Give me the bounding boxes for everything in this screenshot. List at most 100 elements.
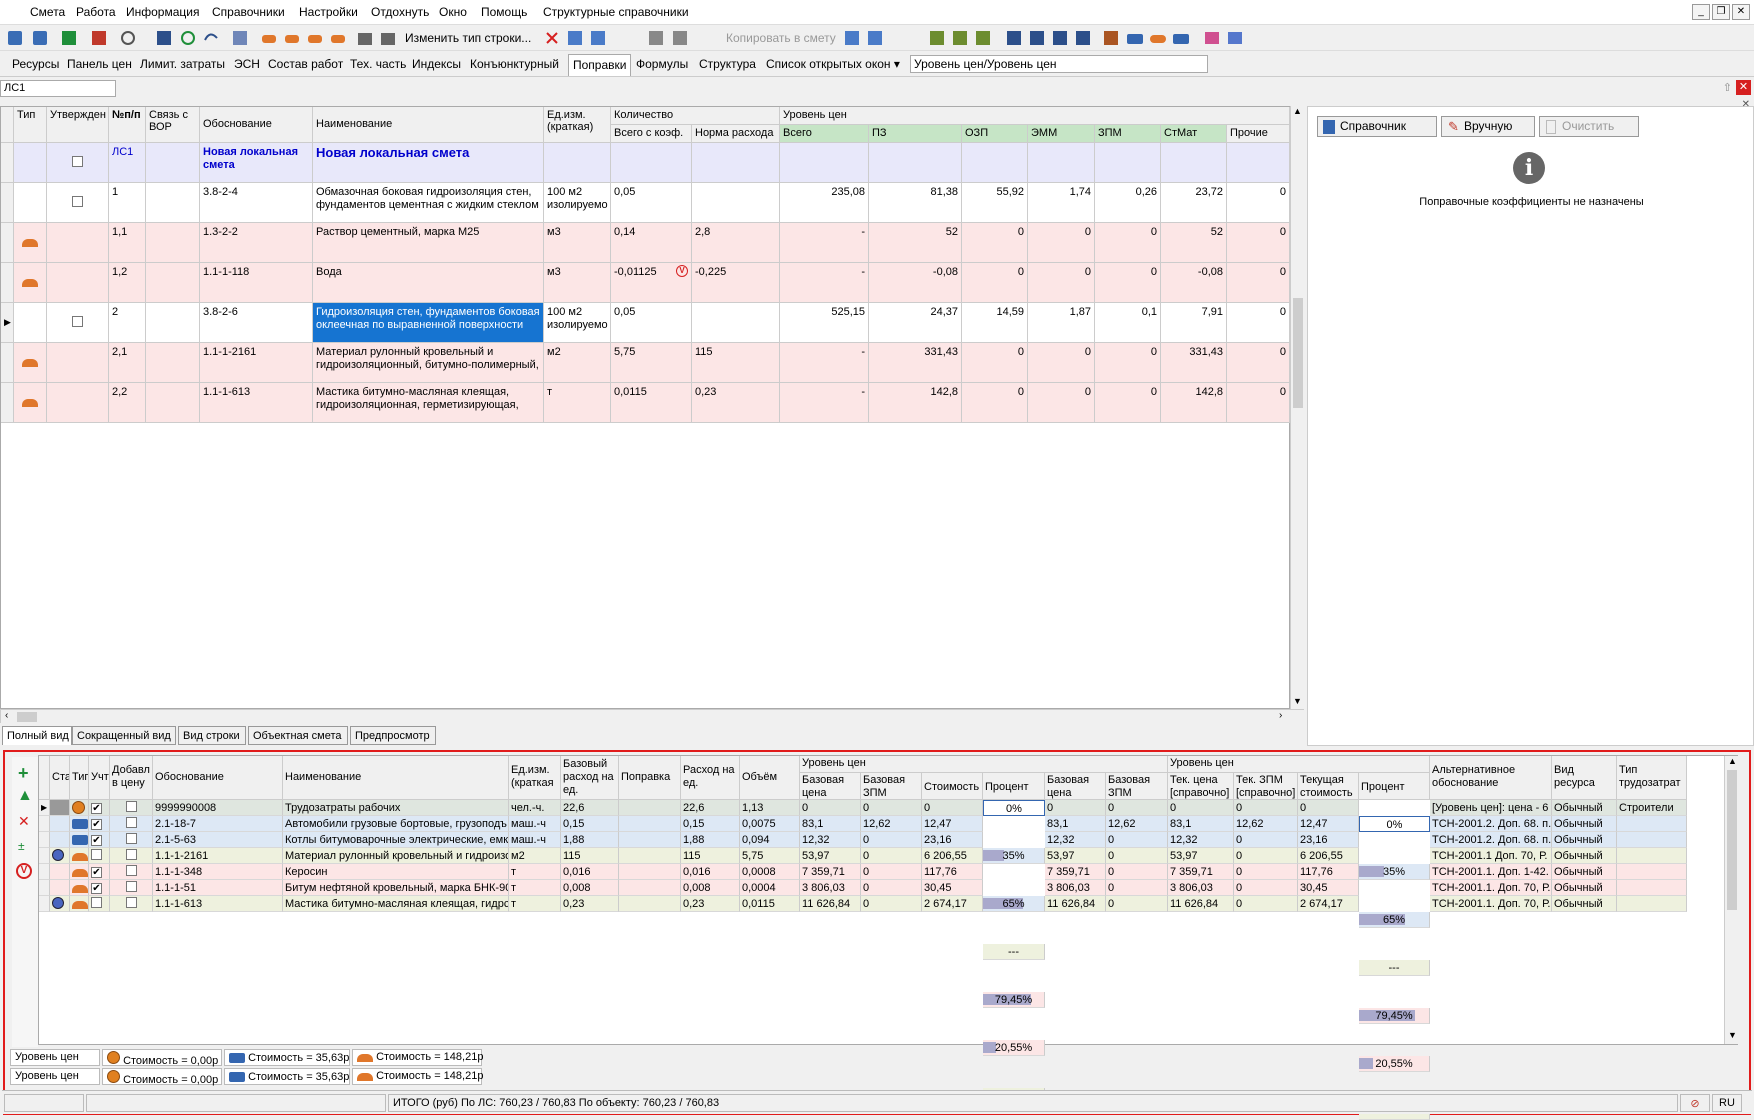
bcell-cur-zpm[interactable]: 0: [1234, 864, 1298, 880]
copy-to-estimate-button[interactable]: Копировать в смету: [726, 31, 836, 45]
bcell-base-rate[interactable]: 0,15: [561, 816, 619, 832]
tab-price-panel[interactable]: Панель цен: [67, 57, 132, 71]
tab-esn[interactable]: ЭСН: [234, 57, 260, 71]
bcell-base-price2[interactable]: 53,97: [1045, 848, 1106, 864]
bcell-base-zpm[interactable]: 0: [861, 848, 922, 864]
approved-checkbox[interactable]: [72, 316, 83, 327]
cell-basis[interactable]: 1.1-1-613: [200, 383, 313, 423]
cell-unit[interactable]: 100 м2 изолируемо: [544, 183, 611, 223]
bcell-name[interactable]: Битум нефтяной кровельный, марка БНК-90: [283, 880, 509, 896]
grid-hscrollbar[interactable]: ‹ ›: [0, 709, 1304, 723]
cell-stmat[interactable]: -0,08: [1161, 263, 1227, 303]
col-num-header[interactable]: №п/п: [109, 107, 146, 143]
cell-zpm[interactable]: 0: [1095, 383, 1161, 423]
bcell-percent2[interactable]: 79,45%: [1359, 1008, 1430, 1024]
bcell-labor-type[interactable]: [1617, 880, 1687, 896]
bcell-rate[interactable]: 22,6: [681, 800, 740, 816]
bcol-basis-header[interactable]: Обоснование: [153, 756, 283, 800]
bcol-percent2-header[interactable]: Процент: [1359, 773, 1430, 800]
panel-close-icon[interactable]: ✕: [1742, 99, 1750, 110]
tab-corrections[interactable]: Поправки: [568, 54, 632, 76]
price-level-select[interactable]: Уровень цен/Уровень цен: [910, 55, 1208, 73]
cell-other[interactable]: 0: [1227, 303, 1290, 343]
bcol-base-price-header[interactable]: Базовая цена: [800, 773, 861, 800]
bcell-unit[interactable]: маш.-ч: [509, 816, 561, 832]
bcell-cost[interactable]: 23,16: [922, 832, 983, 848]
added-checkbox[interactable]: [125, 849, 137, 860]
col-name-header[interactable]: Наименование: [313, 107, 544, 143]
tab-formulas[interactable]: Формулы: [636, 57, 688, 71]
bcell-base-zpm[interactable]: 0: [861, 800, 922, 816]
cell-qty[interactable]: 5,75: [611, 343, 692, 383]
cell-ozp[interactable]: 55,92: [962, 183, 1028, 223]
cell-basis[interactable]: 1.1-1-118: [200, 263, 313, 303]
tab-structure[interactable]: Структура: [699, 57, 756, 71]
bcell-labor-type[interactable]: [1617, 896, 1687, 912]
cell-emm[interactable]: 0: [1028, 263, 1095, 303]
cell-name[interactable]: Вода: [313, 263, 544, 303]
clear-button[interactable]: Очистить: [1539, 116, 1639, 137]
grid-hscroll-thumb[interactable]: [17, 712, 37, 722]
cell-name[interactable]: Мастика битумно-масляная клеящая, гидрои…: [313, 383, 544, 423]
bcell-percent[interactable]: 0%: [983, 800, 1045, 816]
bcol-percent-header[interactable]: Процент: [983, 773, 1045, 800]
cell-unit[interactable]: 100 м2 изолируемо: [544, 303, 611, 343]
bcell-base-price[interactable]: 11 626,84: [800, 896, 861, 912]
bcell-basis[interactable]: 1.1-1-51: [153, 880, 283, 896]
bcell-base-rate[interactable]: 22,6: [561, 800, 619, 816]
bcell-cost[interactable]: 30,45: [922, 880, 983, 896]
cell-name[interactable]: Гидроизоляция стен, фундаментов боковая …: [313, 303, 544, 343]
bcell-base-zpm[interactable]: 0: [861, 864, 922, 880]
cell-num[interactable]: 2: [109, 303, 146, 343]
minimize-button[interactable]: _: [1692, 4, 1710, 20]
cell-zpm[interactable]: 0,26: [1095, 183, 1161, 223]
bcol-cur-cost-header[interactable]: Текущая стоимость: [1298, 773, 1359, 800]
col-basis-header[interactable]: Обоснование: [200, 107, 313, 143]
cell-num[interactable]: ЛС1: [109, 143, 146, 183]
bcell-alt-basis[interactable]: [Уровень цен]: цена - 6: [1430, 800, 1552, 816]
cell-stmat[interactable]: 142,8: [1161, 383, 1227, 423]
bcell-cur-zpm[interactable]: 0: [1234, 848, 1298, 864]
menu-help[interactable]: Помощь: [481, 5, 527, 19]
close-button[interactable]: ✕: [1732, 4, 1750, 20]
counted-checkbox[interactable]: ✔: [91, 883, 102, 894]
bcell-base-rate[interactable]: 115: [561, 848, 619, 864]
bcell-rate[interactable]: 115: [681, 848, 740, 864]
bcell-resource-type[interactable]: Обычный: [1552, 800, 1617, 816]
bcol-cur-zpm-header[interactable]: Тек. ЗПМ [справочно]: [1234, 773, 1298, 800]
bcell-volume[interactable]: 0,094: [740, 832, 800, 848]
bcell-base-price[interactable]: 7 359,71: [800, 864, 861, 880]
bcell-basis[interactable]: 1.1-1-2161: [153, 848, 283, 864]
bcell-resource-type[interactable]: Обычный: [1552, 864, 1617, 880]
cell-other[interactable]: 0: [1227, 343, 1290, 383]
approved-checkbox[interactable]: [72, 196, 83, 207]
bcell-rate[interactable]: 0,008: [681, 880, 740, 896]
cell-basis[interactable]: 1.1-1-2161: [200, 343, 313, 383]
bcell-base-zpm2[interactable]: 0: [1106, 880, 1168, 896]
bcell-labor-type[interactable]: Строители: [1617, 800, 1687, 816]
cell-zpm[interactable]: 0,1: [1095, 303, 1161, 343]
bcell-unit[interactable]: маш.-ч: [509, 832, 561, 848]
cell-norm[interactable]: -0,225: [692, 263, 780, 303]
bscroll-thumb[interactable]: [1727, 770, 1737, 910]
language-indicator[interactable]: RU: [1712, 1094, 1742, 1112]
bcell-cur-zpm[interactable]: 0: [1234, 832, 1298, 848]
bcell-resource-type[interactable]: Обычный: [1552, 880, 1617, 896]
bcol-name-header[interactable]: Наименование: [283, 756, 509, 800]
bcell-cost[interactable]: 12,47: [922, 816, 983, 832]
cell-zpm[interactable]: [1095, 143, 1161, 183]
scroll-right-icon[interactable]: ›: [1279, 710, 1282, 721]
bcol-counted-header[interactable]: Учт: [89, 756, 110, 800]
added-checkbox[interactable]: [125, 881, 137, 892]
tab-indices[interactable]: Индексы: [412, 57, 461, 71]
bcell-basis[interactable]: 1.1-1-613: [153, 896, 283, 912]
bcol-base-rate-header[interactable]: Базовый расход на ед.: [561, 756, 619, 800]
counted-checkbox[interactable]: [91, 849, 102, 860]
cell-total[interactable]: 235,08: [780, 183, 869, 223]
restore-button[interactable]: ❐: [1712, 4, 1730, 20]
cell-qty[interactable]: 0,14: [611, 223, 692, 263]
cell-num[interactable]: 1,2: [109, 263, 146, 303]
reference-button[interactable]: Справочник: [1317, 116, 1437, 137]
cell-pz[interactable]: 52: [869, 223, 962, 263]
bcell-base-price2[interactable]: 11 626,84: [1045, 896, 1106, 912]
